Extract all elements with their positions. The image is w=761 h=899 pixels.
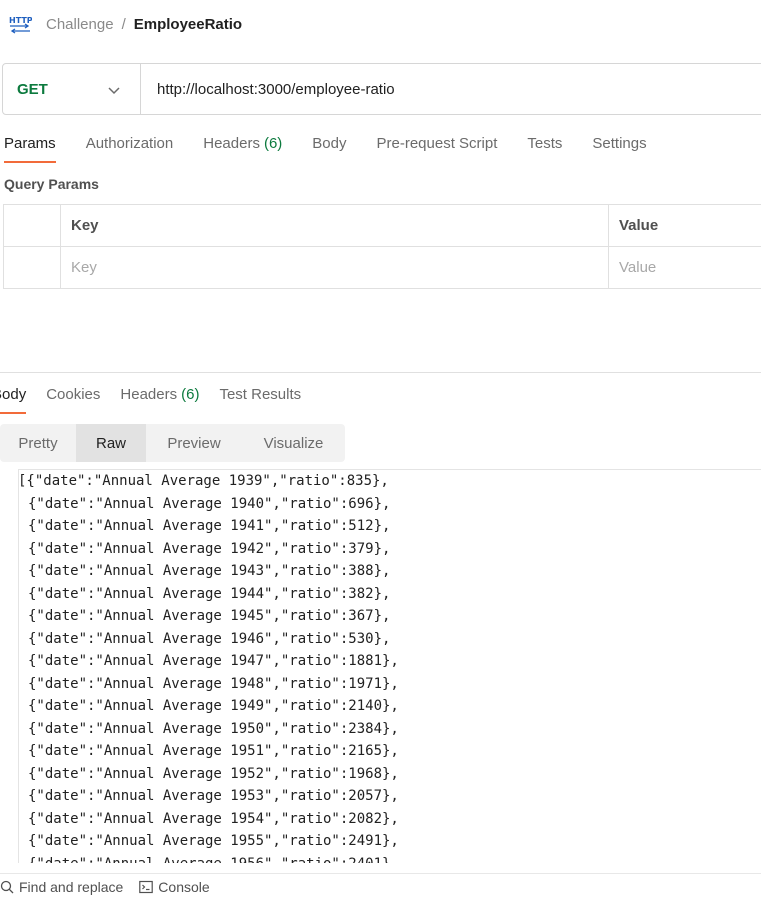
response-tab-cookies[interactable]: Cookies [46, 384, 100, 414]
tab-tests[interactable]: Tests [527, 133, 562, 163]
response-tab-headers[interactable]: Headers (6) [120, 384, 199, 414]
code-line: {"date":"Annual Average 1951","ratio":21… [28, 743, 399, 759]
tab-authorization[interactable]: Authorization [86, 133, 174, 163]
find-replace-button[interactable]: Find and replace [0, 879, 123, 895]
console-label: Console [158, 878, 210, 895]
key-column-header: Key [60, 204, 609, 247]
param-value-input[interactable]: Value [608, 246, 761, 289]
breadcrumb: HTTP Challenge / EmployeeRatio [8, 10, 242, 38]
response-headers-count: (6) [181, 386, 200, 403]
code-line: {"date":"Annual Average 1944","ratio":38… [28, 585, 391, 602]
console-button[interactable]: Console [139, 878, 210, 895]
tab-headers[interactable]: Headers (6) [203, 133, 282, 163]
headers-count: (6) [263, 135, 283, 152]
method-select[interactable]: GET [3, 64, 141, 114]
url-input[interactable]: http://localhost:3000/employee-ratio [141, 81, 395, 98]
table-row: Key Value [3, 246, 761, 289]
query-params-table: Key Value Key Value [3, 204, 761, 289]
code-line: {"date":"Annual Average 1956","ratio":24… [19, 853, 761, 864]
code-line: {"date":"Annual Average 1943","ratio":38… [28, 563, 391, 579]
checkbox-column-header [3, 204, 61, 247]
code-line: {"date":"Annual Average 1948","ratio":19… [28, 675, 399, 692]
response-tabs: Body Cookies Headers(6) Test Results [0, 384, 321, 416]
code-line: {"date":"Annual Average 1952","ratio":19… [28, 765, 399, 782]
search-icon [0, 880, 14, 893]
breadcrumb-separator: / [121, 15, 126, 33]
response-tab-test-results[interactable]: Test Results [219, 384, 301, 414]
pane-divider[interactable] [0, 372, 761, 373]
code-line: {"date":"Annual Average 1950","ratio":23… [28, 720, 399, 737]
query-params-title: Query Params [4, 176, 99, 192]
code-line: {"date":"Annual Average 1940","ratio":69… [28, 495, 391, 512]
code-line: {"date":"Annual Average 1955","ratio":24… [28, 833, 399, 849]
table-header-row: Key Value [3, 204, 761, 247]
param-key-input[interactable]: Key [60, 246, 609, 289]
chevron-down-icon [108, 87, 120, 95]
tab-body[interactable]: Body [312, 133, 346, 163]
method-label: GET [17, 80, 48, 98]
format-visualize-button[interactable]: Visualize [242, 424, 345, 462]
code-line: {"date":"Annual Average 1947","ratio":18… [28, 653, 399, 669]
format-pretty-button[interactable]: Pretty [0, 424, 76, 462]
request-name[interactable]: EmployeeRatio [134, 16, 242, 33]
code-line: [{"date":"Annual Average 1939","ratio":8… [18, 473, 389, 489]
find-replace-label: Find and replace [19, 878, 124, 895]
code-line: {"date":"Annual Average 1942","ratio":37… [28, 540, 391, 557]
format-raw-button[interactable]: Raw [76, 424, 146, 462]
breadcrumb-collection[interactable]: Challenge [46, 16, 114, 33]
status-bar: Find and replace Console [0, 873, 761, 899]
response-body[interactable]: [{"date":"Annual Average 1939","ratio":8… [18, 469, 761, 863]
request-tabs: Params Authorization Headers (6) Body Pre… [4, 133, 677, 165]
svg-text:HTTP: HTTP [9, 16, 32, 25]
row-checkbox-cell [3, 246, 61, 289]
code-line: {"date":"Annual Average 1953","ratio":20… [28, 788, 399, 804]
tab-settings[interactable]: Settings [592, 133, 646, 163]
body-format-toggle: Pretty Raw Preview Visualize [0, 424, 345, 462]
code-line: {"date":"Annual Average 1946","ratio":53… [28, 630, 391, 647]
console-icon [139, 880, 154, 893]
tab-params[interactable]: Params [4, 133, 56, 163]
value-column-header: Value [608, 204, 761, 247]
code-line: {"date":"Annual Average 1945","ratio":36… [28, 608, 391, 624]
format-preview-button[interactable]: Preview [146, 424, 242, 462]
code-line: {"date":"Annual Average 1949","ratio":21… [28, 698, 399, 714]
code-line: {"date":"Annual Average 1941","ratio":51… [28, 518, 391, 534]
tab-pre-request-script[interactable]: Pre-request Script [377, 133, 498, 163]
response-tab-body[interactable]: Body [0, 384, 27, 414]
code-line: {"date":"Annual Average 1954","ratio":20… [28, 810, 399, 827]
request-bar: GET http://localhost:3000/employee-ratio [2, 63, 761, 115]
http-icon: HTTP [9, 16, 32, 34]
